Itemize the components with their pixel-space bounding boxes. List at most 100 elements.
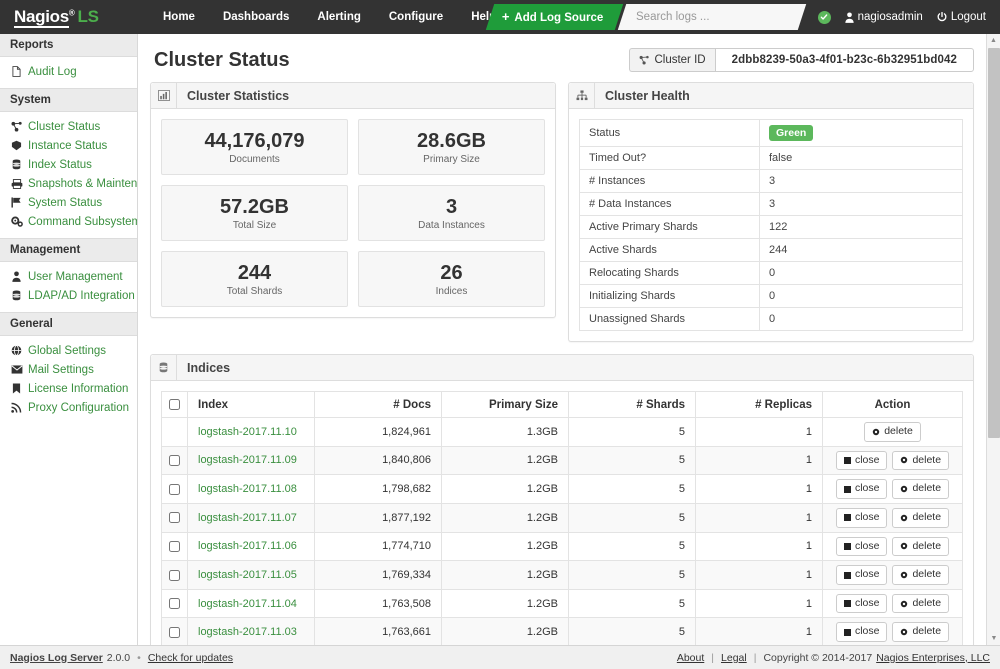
stat-box-documents: 44,176,079 Documents <box>161 119 348 175</box>
close-index-button[interactable]: close <box>836 508 888 528</box>
index-link[interactable]: logstash-2017.11.09 <box>198 454 297 466</box>
column-header-shards[interactable]: # Shards <box>569 392 696 418</box>
check-circle-icon[interactable] <box>818 11 831 24</box>
gear-icon <box>900 628 908 636</box>
row-select-checkbox[interactable] <box>169 541 180 552</box>
index-link[interactable]: logstash-2017.11.07 <box>198 512 297 524</box>
gear-icon <box>900 571 908 579</box>
nav-item-configure[interactable]: Configure <box>375 2 457 32</box>
delete-index-button[interactable]: delete <box>892 537 949 557</box>
logout-label: Logout <box>951 11 986 23</box>
nav-item-alerting[interactable]: Alerting <box>303 2 374 32</box>
sidebar-item-proxy-configuration[interactable]: Proxy Configuration <box>0 398 137 417</box>
table-row: logstash-2017.11.081,798,6821.2GB51close… <box>162 475 963 504</box>
footer-bullet: • <box>137 652 141 664</box>
row-replicas-cell: 1 <box>696 503 823 532</box>
sidebar-item-global-settings[interactable]: Global Settings <box>0 341 137 360</box>
gear-icon <box>900 600 908 608</box>
stat-box-data-instances: 3 Data Instances <box>358 185 545 241</box>
column-header-index[interactable]: Index <box>188 392 315 418</box>
close-index-button[interactable]: close <box>836 622 888 642</box>
row-select-cell <box>162 589 188 618</box>
sidebar-item-command-subsystem[interactable]: Command Subsystem <box>0 212 137 231</box>
delete-index-button[interactable]: delete <box>892 479 949 499</box>
close-index-button[interactable]: close <box>836 451 888 471</box>
index-link[interactable]: logstash-2017.11.04 <box>198 598 297 610</box>
close-index-button[interactable]: close <box>836 565 888 585</box>
row-select-checkbox[interactable] <box>169 598 180 609</box>
delete-index-button[interactable]: delete <box>892 451 949 471</box>
cluster-statistics-body: 44,176,079 Documents 28.6GB Primary Size… <box>151 109 555 317</box>
stat-box-total-shards: 244 Total Shards <box>161 251 348 307</box>
delete-index-button[interactable]: delete <box>864 422 921 442</box>
row-action-buttons: closedelete <box>833 622 952 642</box>
scroll-down-arrow[interactable]: ▼ <box>987 632 1000 645</box>
gear-icon <box>872 428 880 436</box>
row-select-checkbox[interactable] <box>169 512 180 523</box>
add-log-source-label: Add Log Source <box>515 12 604 24</box>
stat-value: 26 <box>365 263 538 284</box>
cluster-id-label: Cluster ID <box>629 48 714 72</box>
nav-item-dashboards[interactable]: Dashboards <box>209 2 303 32</box>
sidebar-item-instance-status[interactable]: Instance Status <box>0 136 137 155</box>
sidebar-group-title-reports: Reports <box>0 34 137 57</box>
sidebar-item-audit-log[interactable]: Audit Log <box>0 62 137 81</box>
add-log-source-button[interactable]: +Add Log Source <box>486 4 624 30</box>
sidebar-item-ldap-ad-integration[interactable]: LDAP/AD Integration <box>0 286 137 305</box>
top-navigation-bar: Nagios®LS Home Dashboards Alerting Confi… <box>0 0 1000 34</box>
index-link[interactable]: logstash-2017.11.10 <box>198 426 297 438</box>
delete-index-button[interactable]: delete <box>892 508 949 528</box>
nav-item-home[interactable]: Home <box>149 2 209 32</box>
legal-link[interactable]: Legal <box>721 652 747 664</box>
row-action-buttons: closedelete <box>833 508 952 528</box>
close-index-button[interactable]: close <box>836 537 888 557</box>
about-link[interactable]: About <box>677 652 704 664</box>
row-primary-size-cell: 1.2GB <box>442 475 569 504</box>
sidebar-group-general: Global Settings Mail Settings License In… <box>0 336 137 424</box>
row-select-checkbox[interactable] <box>169 484 180 495</box>
stop-square-icon <box>844 486 851 493</box>
index-link[interactable]: logstash-2017.11.03 <box>198 626 297 638</box>
scroll-up-arrow[interactable]: ▲ <box>987 34 1000 47</box>
health-value: 122 <box>760 216 963 239</box>
brand-suffix: LS <box>78 7 99 26</box>
check-for-updates-link[interactable]: Check for updates <box>148 652 233 664</box>
sidebar-item-cluster-status[interactable]: Cluster Status <box>0 117 137 136</box>
company-link[interactable]: Nagios Enterprises, LLC <box>876 652 990 664</box>
sidebar-item-snapshots-maintenance[interactable]: Snapshots & Maintenance <box>0 174 137 193</box>
search-box[interactable] <box>617 4 805 30</box>
row-replicas-cell: 1 <box>696 618 823 645</box>
health-key: Active Primary Shards <box>580 216 760 239</box>
row-select-checkbox[interactable] <box>169 570 180 581</box>
close-index-button[interactable]: close <box>836 479 888 499</box>
delete-index-button[interactable]: delete <box>892 594 949 614</box>
sidebar-item-user-management[interactable]: User Management <box>0 267 137 286</box>
row-select-checkbox[interactable] <box>169 627 180 638</box>
delete-index-button[interactable]: delete <box>892 565 949 585</box>
row-select-cell <box>162 503 188 532</box>
index-link[interactable]: logstash-2017.11.08 <box>198 483 297 495</box>
search-input[interactable] <box>622 10 802 24</box>
column-header-docs[interactable]: # Docs <box>315 392 442 418</box>
user-menu-button[interactable]: nagiosadmin <box>845 11 923 23</box>
column-header-primary-size[interactable]: Primary Size <box>442 392 569 418</box>
sidebar-item-license-information[interactable]: License Information <box>0 379 137 398</box>
delete-index-button[interactable]: delete <box>892 622 949 642</box>
sidebar-item-label: Global Settings <box>28 345 106 357</box>
column-header-action: Action <box>823 392 963 418</box>
close-index-button[interactable]: close <box>836 594 888 614</box>
row-action-cell: closedelete <box>823 618 963 645</box>
brand-logo[interactable]: Nagios®LS <box>0 7 145 27</box>
index-link[interactable]: logstash-2017.11.06 <box>198 540 297 552</box>
sidebar-item-mail-settings[interactable]: Mail Settings <box>0 360 137 379</box>
scrollbar-thumb[interactable] <box>988 48 1000 438</box>
sidebar-item-system-status[interactable]: System Status <box>0 193 137 212</box>
sidebar-item-index-status[interactable]: Index Status <box>0 155 137 174</box>
vertical-scrollbar[interactable]: ▲ ▼ <box>986 34 1000 645</box>
logout-button[interactable]: Logout <box>937 11 986 23</box>
index-link[interactable]: logstash-2017.11.05 <box>198 569 297 581</box>
column-header-replicas[interactable]: # Replicas <box>696 392 823 418</box>
row-select-checkbox[interactable] <box>169 455 180 466</box>
stat-label: Total Shards <box>168 286 341 297</box>
select-all-checkbox[interactable] <box>169 399 180 410</box>
